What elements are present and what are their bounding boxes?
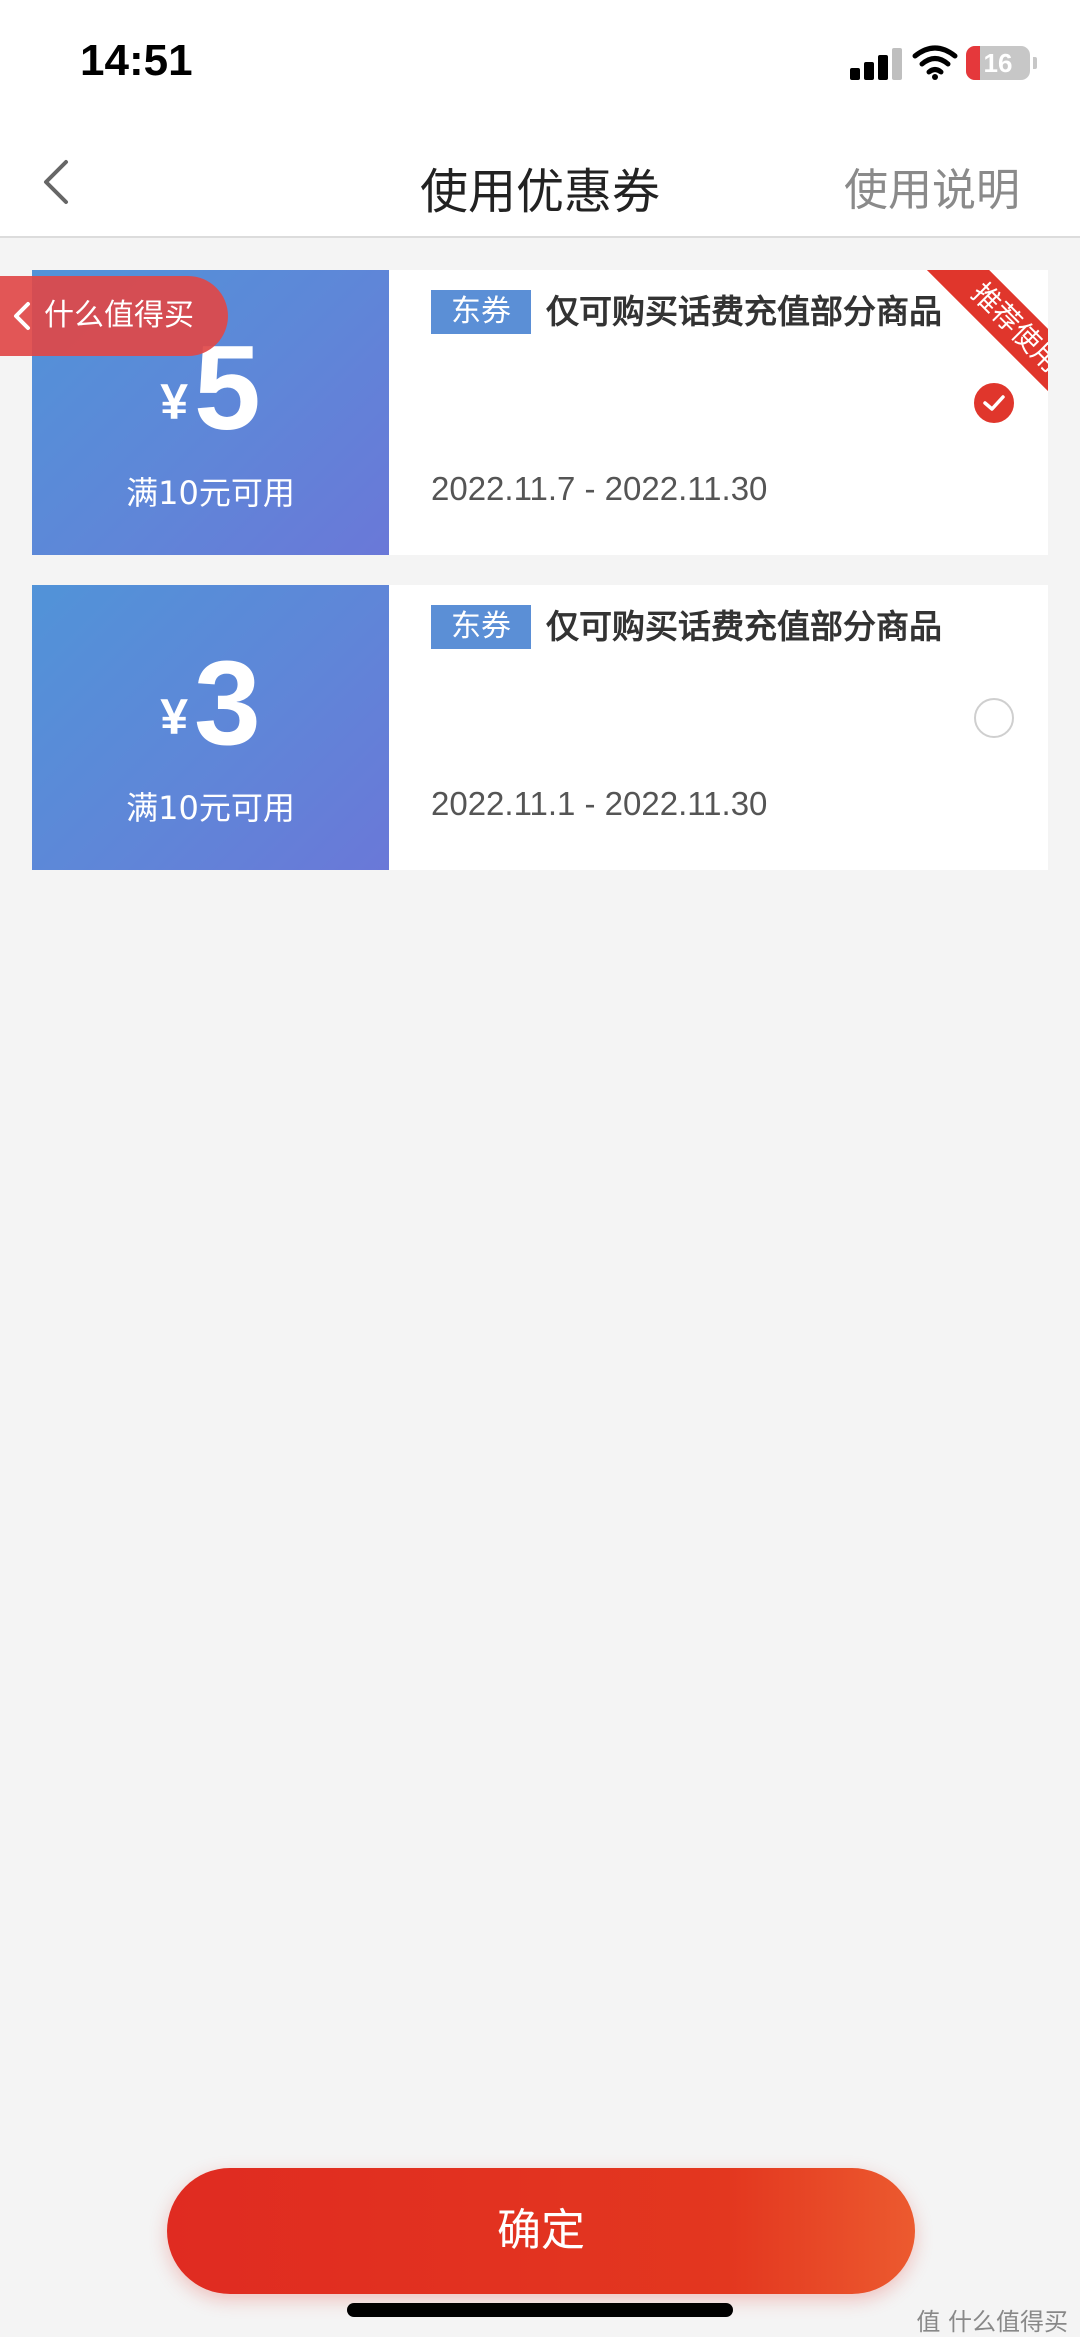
- coupon-select-radio[interactable]: [974, 698, 1014, 738]
- confirm-button[interactable]: 确定: [167, 2168, 915, 2294]
- coupon-amount-panel: ¥3 满10元可用: [32, 585, 389, 870]
- signal-icon: [850, 48, 902, 80]
- usage-instructions-link[interactable]: 使用说明: [844, 154, 1020, 218]
- wifi-icon: [912, 45, 958, 80]
- nav-bar: 使用优惠券 使用说明: [0, 130, 1080, 238]
- coupon-date-range: 2022.11.7 - 2022.11.30: [431, 470, 768, 507]
- coupon-amount: ¥3: [32, 643, 389, 763]
- home-indicator: [347, 2303, 733, 2317]
- coupon-description: 仅可购买话费充值部分商品: [546, 607, 942, 646]
- checkmark-icon: [983, 395, 1005, 411]
- coupon-tag: 东券: [431, 605, 531, 649]
- coupon-card[interactable]: ¥3 满10元可用 东券 仅可购买话费充值部分商品 2022.11.1 - 20…: [32, 585, 1048, 870]
- battery-tip: [1033, 57, 1037, 69]
- status-time: 14:51: [80, 36, 193, 85]
- return-label: 什么值得买: [44, 298, 194, 333]
- battery-level: 16: [983, 48, 1013, 78]
- chevron-left-icon: [14, 302, 30, 330]
- coupon-condition: 满10元可用: [126, 474, 295, 512]
- coupon-description: 仅可购买话费充值部分商品: [546, 292, 942, 331]
- coupon-tag: 东券: [431, 290, 531, 334]
- watermark: 值 什么值得买: [916, 2308, 1068, 2336]
- coupon-condition: 满10元可用: [126, 789, 295, 827]
- recommended-ribbon: 推荐使用: [888, 270, 1048, 420]
- coupon-date-range: 2022.11.1 - 2022.11.30: [431, 785, 768, 822]
- coupon-select-radio[interactable]: [974, 383, 1014, 423]
- return-to-app-button[interactable]: 什么值得买: [0, 276, 228, 356]
- currency-symbol: ¥: [160, 374, 189, 430]
- amount-value: 3: [194, 636, 261, 770]
- battery-icon: 16: [966, 46, 1030, 80]
- currency-symbol: ¥: [160, 689, 189, 745]
- status-bar: 14:51 16: [0, 0, 1080, 130]
